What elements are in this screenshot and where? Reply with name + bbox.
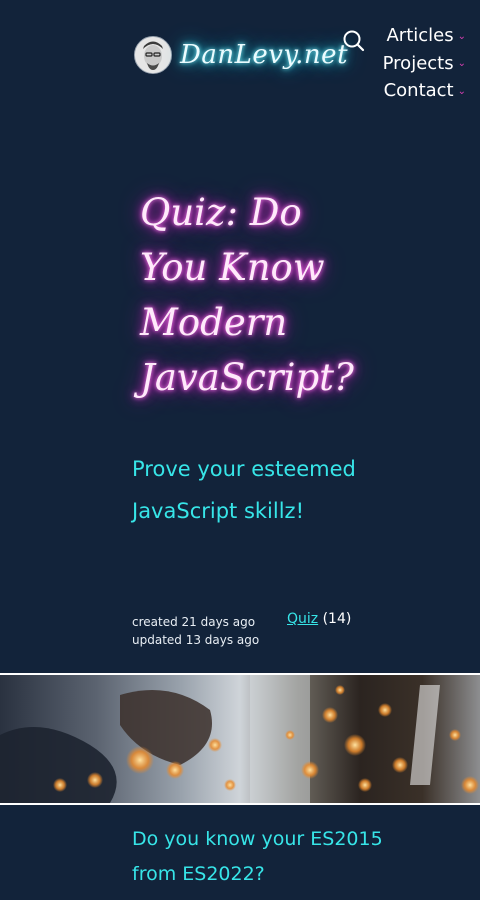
nav-item-articles[interactable]: Articles ⌄: [383, 22, 466, 50]
nav-item-contact[interactable]: Contact ⌄: [383, 77, 466, 105]
created-date: created 21 days ago: [132, 615, 256, 629]
updated-date: updated 13 days ago: [132, 633, 260, 647]
page-title: Quiz: Do You Know Modern JavaScript?: [140, 191, 354, 399]
site-header: DanLevy.net Articles ⌄ Projects ⌄ Contact ⌄: [0, 0, 480, 110]
avatar-face-icon: [135, 37, 171, 73]
nav-item-label: Contact: [383, 80, 454, 101]
chevron-down-icon: ⌄: [457, 85, 466, 97]
article-dates: created 21 days ago updated 13 days ago: [132, 613, 259, 649]
nav-item-label: Projects: [382, 52, 454, 74]
search-icon[interactable]: [342, 29, 366, 53]
main-nav: Articles ⌄ Projects ⌄ Contact ⌄: [383, 22, 466, 105]
hero-image: [0, 673, 480, 805]
sparks-image: [0, 675, 479, 803]
tag-count: (14): [322, 611, 352, 627]
next-section-heading: Do you know your ES2015 from ES2022?: [132, 828, 383, 885]
nav-item-projects[interactable]: Projects ⌄: [383, 50, 466, 78]
tag-link-quiz[interactable]: Quiz: [287, 611, 318, 627]
category-tag: Quiz (14): [287, 611, 351, 627]
avatar[interactable]: [134, 36, 172, 74]
page-subtitle: Prove your esteemed JavaScript skillz!: [132, 457, 356, 523]
chevron-down-icon: ⌄: [457, 58, 466, 69]
nav-item-label: Articles: [386, 25, 454, 46]
site-logo[interactable]: DanLevy.net: [180, 40, 348, 70]
chevron-down-icon: ⌄: [457, 30, 466, 42]
